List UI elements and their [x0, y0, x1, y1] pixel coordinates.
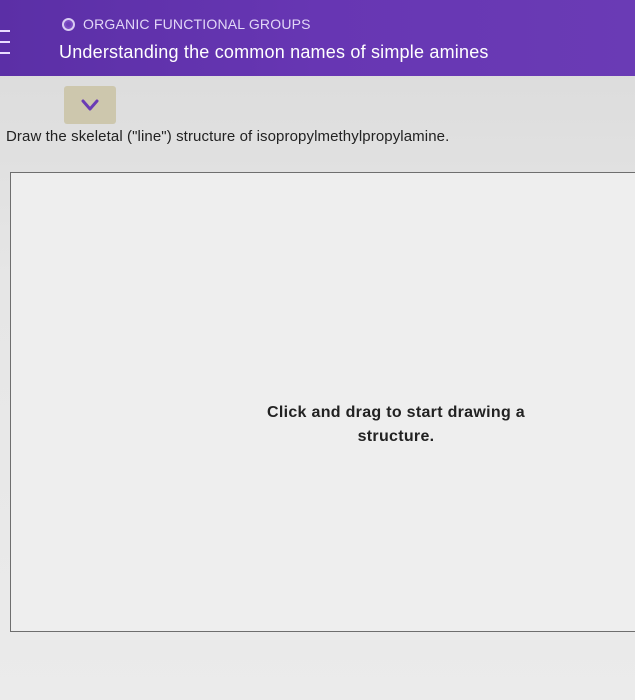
structure-drawing-canvas[interactable]: Click and drag to start drawing a struct…: [10, 172, 635, 632]
header-bar: ORGANIC FUNCTIONAL GROUPS Understanding …: [0, 0, 635, 76]
canvas-hint: Click and drag to start drawing a struct…: [191, 401, 601, 449]
question-text: Draw the skeletal ("line") structure of …: [6, 128, 450, 145]
topic-row: ORGANIC FUNCTIONAL GROUPS: [62, 16, 311, 32]
topic-label: ORGANIC FUNCTIONAL GROUPS: [83, 16, 311, 32]
canvas-hint-line-2: structure.: [357, 428, 435, 445]
menu-icon[interactable]: [0, 30, 10, 54]
collapse-button[interactable]: [64, 86, 116, 124]
chevron-down-icon: [81, 99, 99, 111]
progress-circle-icon: [62, 17, 75, 31]
page-title: Understanding the common names of simple…: [59, 42, 489, 62]
canvas-hint-line-1: Click and drag to start drawing a: [267, 404, 525, 421]
